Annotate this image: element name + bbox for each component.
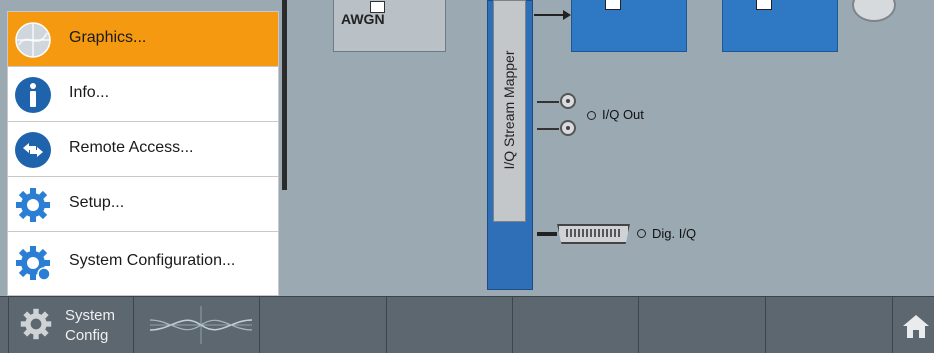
dig-iq-radio[interactable]	[637, 229, 646, 238]
iq-out-connector-1	[560, 93, 576, 109]
menu-item-info-label: Info...	[69, 84, 110, 101]
iq-stream-mapper-label: I/Q Stream Mapper	[501, 50, 517, 170]
menu-item-remote-access[interactable]: Remote Access...	[8, 122, 278, 177]
block-b-on-checkbox[interactable]	[756, 0, 772, 10]
baseband-block-b[interactable]	[722, 0, 838, 52]
taskbar-slot-3[interactable]	[260, 297, 387, 353]
system-config-label-line2: Config	[65, 327, 109, 344]
menu-item-setup-label: Setup...	[69, 194, 125, 211]
awgn-label: AWGN	[341, 11, 385, 27]
remote-access-icon	[15, 132, 51, 168]
taskbar-slot-6[interactable]	[639, 297, 766, 353]
block-a-on-checkbox[interactable]	[605, 0, 621, 10]
taskbar-slot-7[interactable]	[766, 297, 893, 353]
menu-item-graphics-label: Graphics...	[69, 29, 147, 46]
signal-arrow-head	[563, 10, 571, 20]
iq-out-label: I/Q Out	[602, 107, 644, 122]
system-menu: Graphics... Info... Remote Access... Set…	[8, 12, 278, 295]
dig-iq-line	[537, 232, 557, 236]
setup-gear-icon	[16, 188, 50, 222]
info-icon	[15, 77, 51, 113]
awgn-block[interactable]: AWGN	[333, 0, 446, 52]
iq-out-line-2	[537, 128, 559, 130]
menu-item-info[interactable]: Info...	[8, 67, 278, 122]
signal-arrow-line	[534, 14, 564, 16]
menu-item-setup[interactable]: Setup...	[8, 177, 278, 232]
system-configuration-gear-icon	[16, 246, 51, 281]
system-config-label-line1: System	[65, 307, 116, 324]
menu-item-system-configuration-label: System Configuration...	[69, 252, 236, 269]
taskbar: System Config	[0, 296, 934, 353]
menu-item-remote-access-label: Remote Access...	[69, 139, 194, 156]
menu-item-graphics[interactable]: Graphics...	[8, 12, 278, 67]
graphics-icon	[15, 22, 51, 58]
taskbar-slot-4[interactable]	[387, 297, 513, 353]
system-config-label: System Config	[65, 306, 115, 346]
system-config-button[interactable]: System Config	[8, 297, 134, 353]
menu-item-system-configuration[interactable]: System Configuration...	[8, 232, 278, 295]
dig-iq-label: Dig. I/Q	[652, 226, 697, 241]
home-icon[interactable]	[902, 313, 930, 339]
signal-path-bar	[282, 0, 287, 190]
baseband-block-a[interactable]	[571, 0, 687, 52]
system-config-gear-icon	[20, 308, 52, 340]
waveform-graphics-icon[interactable]	[142, 300, 260, 350]
iq-out-line-1	[537, 101, 559, 103]
dig-iq-connector-pins	[566, 229, 621, 237]
taskbar-slot-5[interactable]	[513, 297, 639, 353]
iq-out-connector-2	[560, 120, 576, 136]
iq-out-radio[interactable]	[587, 111, 596, 120]
